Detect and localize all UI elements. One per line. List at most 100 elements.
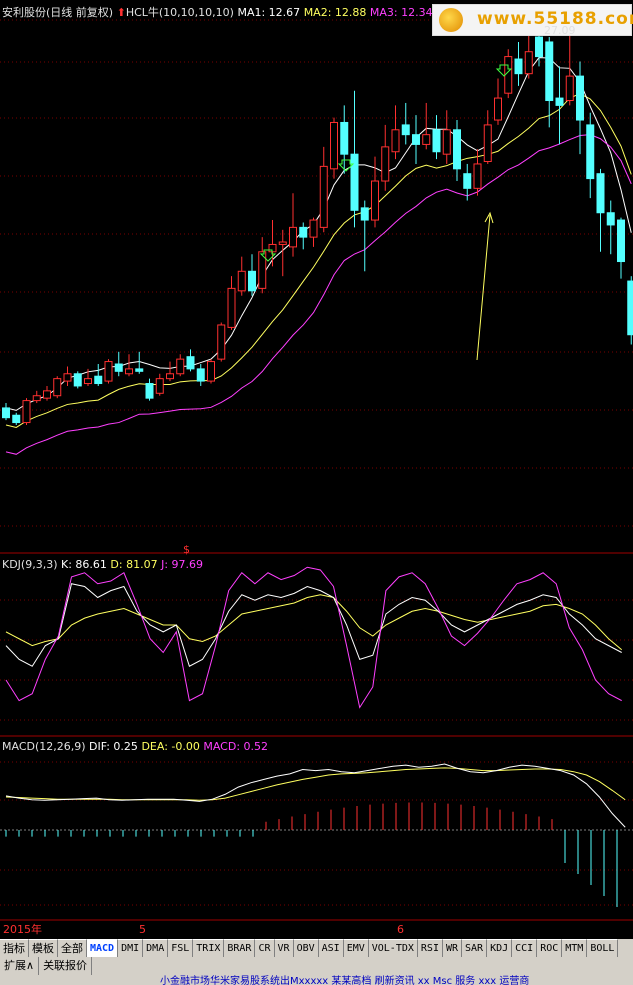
dollar-marker: $ <box>183 543 190 556</box>
tab-dmi[interactable]: DMI <box>118 939 144 957</box>
ma3-line <box>5 134 632 455</box>
candle-body <box>442 129 451 155</box>
tab-cr[interactable]: CR <box>255 939 275 957</box>
candle-body <box>73 373 82 387</box>
logo-icon <box>439 8 463 32</box>
candle-body <box>32 395 41 402</box>
candle-body <box>494 97 502 121</box>
news-ticker: 小金融市场华米家易股系统出Mxxxxx 某某高档 刷新资讯 xx Msc 服务 … <box>0 975 633 985</box>
candle-body <box>453 129 461 170</box>
candle-body <box>12 414 21 424</box>
tab-mtm[interactable]: MTM <box>562 939 588 957</box>
date-year: 2015年 <box>3 923 42 936</box>
candle-body <box>483 124 492 163</box>
candle-body <box>555 97 564 106</box>
candle-body <box>576 75 584 121</box>
candle-body <box>104 361 113 382</box>
tab-cn-0[interactable]: 指标 <box>0 939 29 957</box>
tab-trix[interactable]: TRIX <box>193 939 225 957</box>
up-arrow-icon: ⬆ <box>116 6 126 19</box>
tab-dma[interactable]: DMA <box>143 939 169 957</box>
candle-body <box>2 407 10 419</box>
tab-brar[interactable]: BRAR <box>224 939 256 957</box>
tab-wr[interactable]: WR <box>442 939 463 957</box>
candle-body <box>371 180 379 221</box>
candle-body <box>381 146 390 182</box>
candle-body <box>176 358 185 375</box>
macd-value: MACD: 0.52 <box>203 740 269 753</box>
macd-dea-line <box>5 767 626 801</box>
macd-dea: DEA: -0.00 <box>141 740 200 753</box>
candle-body <box>606 212 615 226</box>
ma1-value: MA1: 12.67 <box>237 6 301 19</box>
tab-kdj[interactable]: KDJ <box>487 939 513 957</box>
kdj-j: J: 97.69 <box>161 558 204 571</box>
indicator-tab-bar: 指标 模板 全部 MACD DMI DMA FSL TRIX BRAR CR VR OBV ASI EMV… <box>0 939 633 957</box>
tab-vr[interactable]: VR <box>274 939 294 957</box>
candle-body <box>422 134 431 145</box>
candle-body <box>145 383 154 399</box>
kdj-name: KDJ(9,3,3) <box>2 558 58 571</box>
ma1-line <box>5 57 632 411</box>
candle-body <box>196 368 205 382</box>
tab-roc[interactable]: ROC <box>537 939 563 957</box>
ma2-value: MA2: 12.88 <box>303 6 367 19</box>
candle-body <box>545 41 554 102</box>
candle-body <box>524 51 533 75</box>
tab-vol-tdx[interactable]: VOL-TDX <box>368 939 418 957</box>
tab-cci[interactable]: CCI <box>512 939 538 957</box>
candle-body <box>596 173 605 214</box>
ma3-value: MA3: 12.34 <box>369 6 433 19</box>
candle-body <box>432 129 441 153</box>
candle-body <box>412 134 420 145</box>
candle-body <box>186 356 195 370</box>
candle-body <box>401 124 410 136</box>
candle-body <box>114 363 123 372</box>
candle-body <box>319 165 328 228</box>
stock-title: 安利股份(日线 前复权) <box>2 6 114 19</box>
kdj-header: KDJ(9,3,3) K: 86.61 D: 81.07 J: 97.69 <box>2 558 203 571</box>
candle-body <box>53 378 62 397</box>
candle-body <box>237 270 246 292</box>
site-logo: www.55188.com <box>432 4 633 36</box>
candle-body <box>166 373 174 380</box>
tab-asi[interactable]: ASI <box>318 939 344 957</box>
candle-body <box>289 226 297 248</box>
candle-body <box>617 219 625 263</box>
candle-body <box>565 75 574 102</box>
tab-cn-2[interactable]: 全部 <box>58 939 87 957</box>
candle-body <box>299 226 308 238</box>
candle-body <box>350 153 359 211</box>
candle-body <box>278 241 287 245</box>
ticker-text: 小金融市场华米家易股系统出Mxxxxx 某某高档 刷新资讯 xx Msc 服务 … <box>160 976 530 985</box>
tab-sar[interactable]: SAR <box>462 939 488 957</box>
peak-price-label: 27.09 <box>544 24 576 37</box>
candle-body <box>84 378 92 385</box>
candle-body <box>391 129 400 153</box>
tab-rsi[interactable]: RSI <box>417 939 443 957</box>
bottom-tab-1[interactable]: 关联报价 <box>39 957 93 975</box>
candle-body <box>463 173 472 189</box>
tab-cn-1[interactable]: 模板 <box>29 939 58 957</box>
candle-body <box>586 124 595 180</box>
macd-name: MACD(12,26,9) <box>2 740 86 753</box>
macd-dif: DIF: 0.25 <box>89 740 138 753</box>
indicator-name: HCL牛(10,10,10,10) <box>125 6 234 19</box>
candle-body <box>125 368 133 375</box>
tab-obv[interactable]: OBV <box>293 939 319 957</box>
kdj-k: K: 86.61 <box>61 558 107 571</box>
bottom-tab-0[interactable]: 扩展∧ <box>0 957 40 975</box>
kdj-d: D: 81.07 <box>110 558 158 571</box>
tab-fsl[interactable]: FSL <box>168 939 194 957</box>
candle-body <box>360 207 369 221</box>
bottom-tab-bar: 扩展∧ 关联报价 <box>0 957 633 975</box>
stock-chart[interactable] <box>0 0 633 985</box>
candle-body <box>22 400 31 424</box>
candle-body <box>227 287 236 328</box>
candle-body <box>248 270 256 292</box>
candle-body <box>514 58 523 75</box>
tab-boll[interactable]: BOLL <box>587 939 619 957</box>
tab-emv[interactable]: EMV <box>343 939 369 957</box>
tab-macd[interactable]: MACD <box>87 939 119 957</box>
annotation-arrow-line <box>476 214 491 361</box>
